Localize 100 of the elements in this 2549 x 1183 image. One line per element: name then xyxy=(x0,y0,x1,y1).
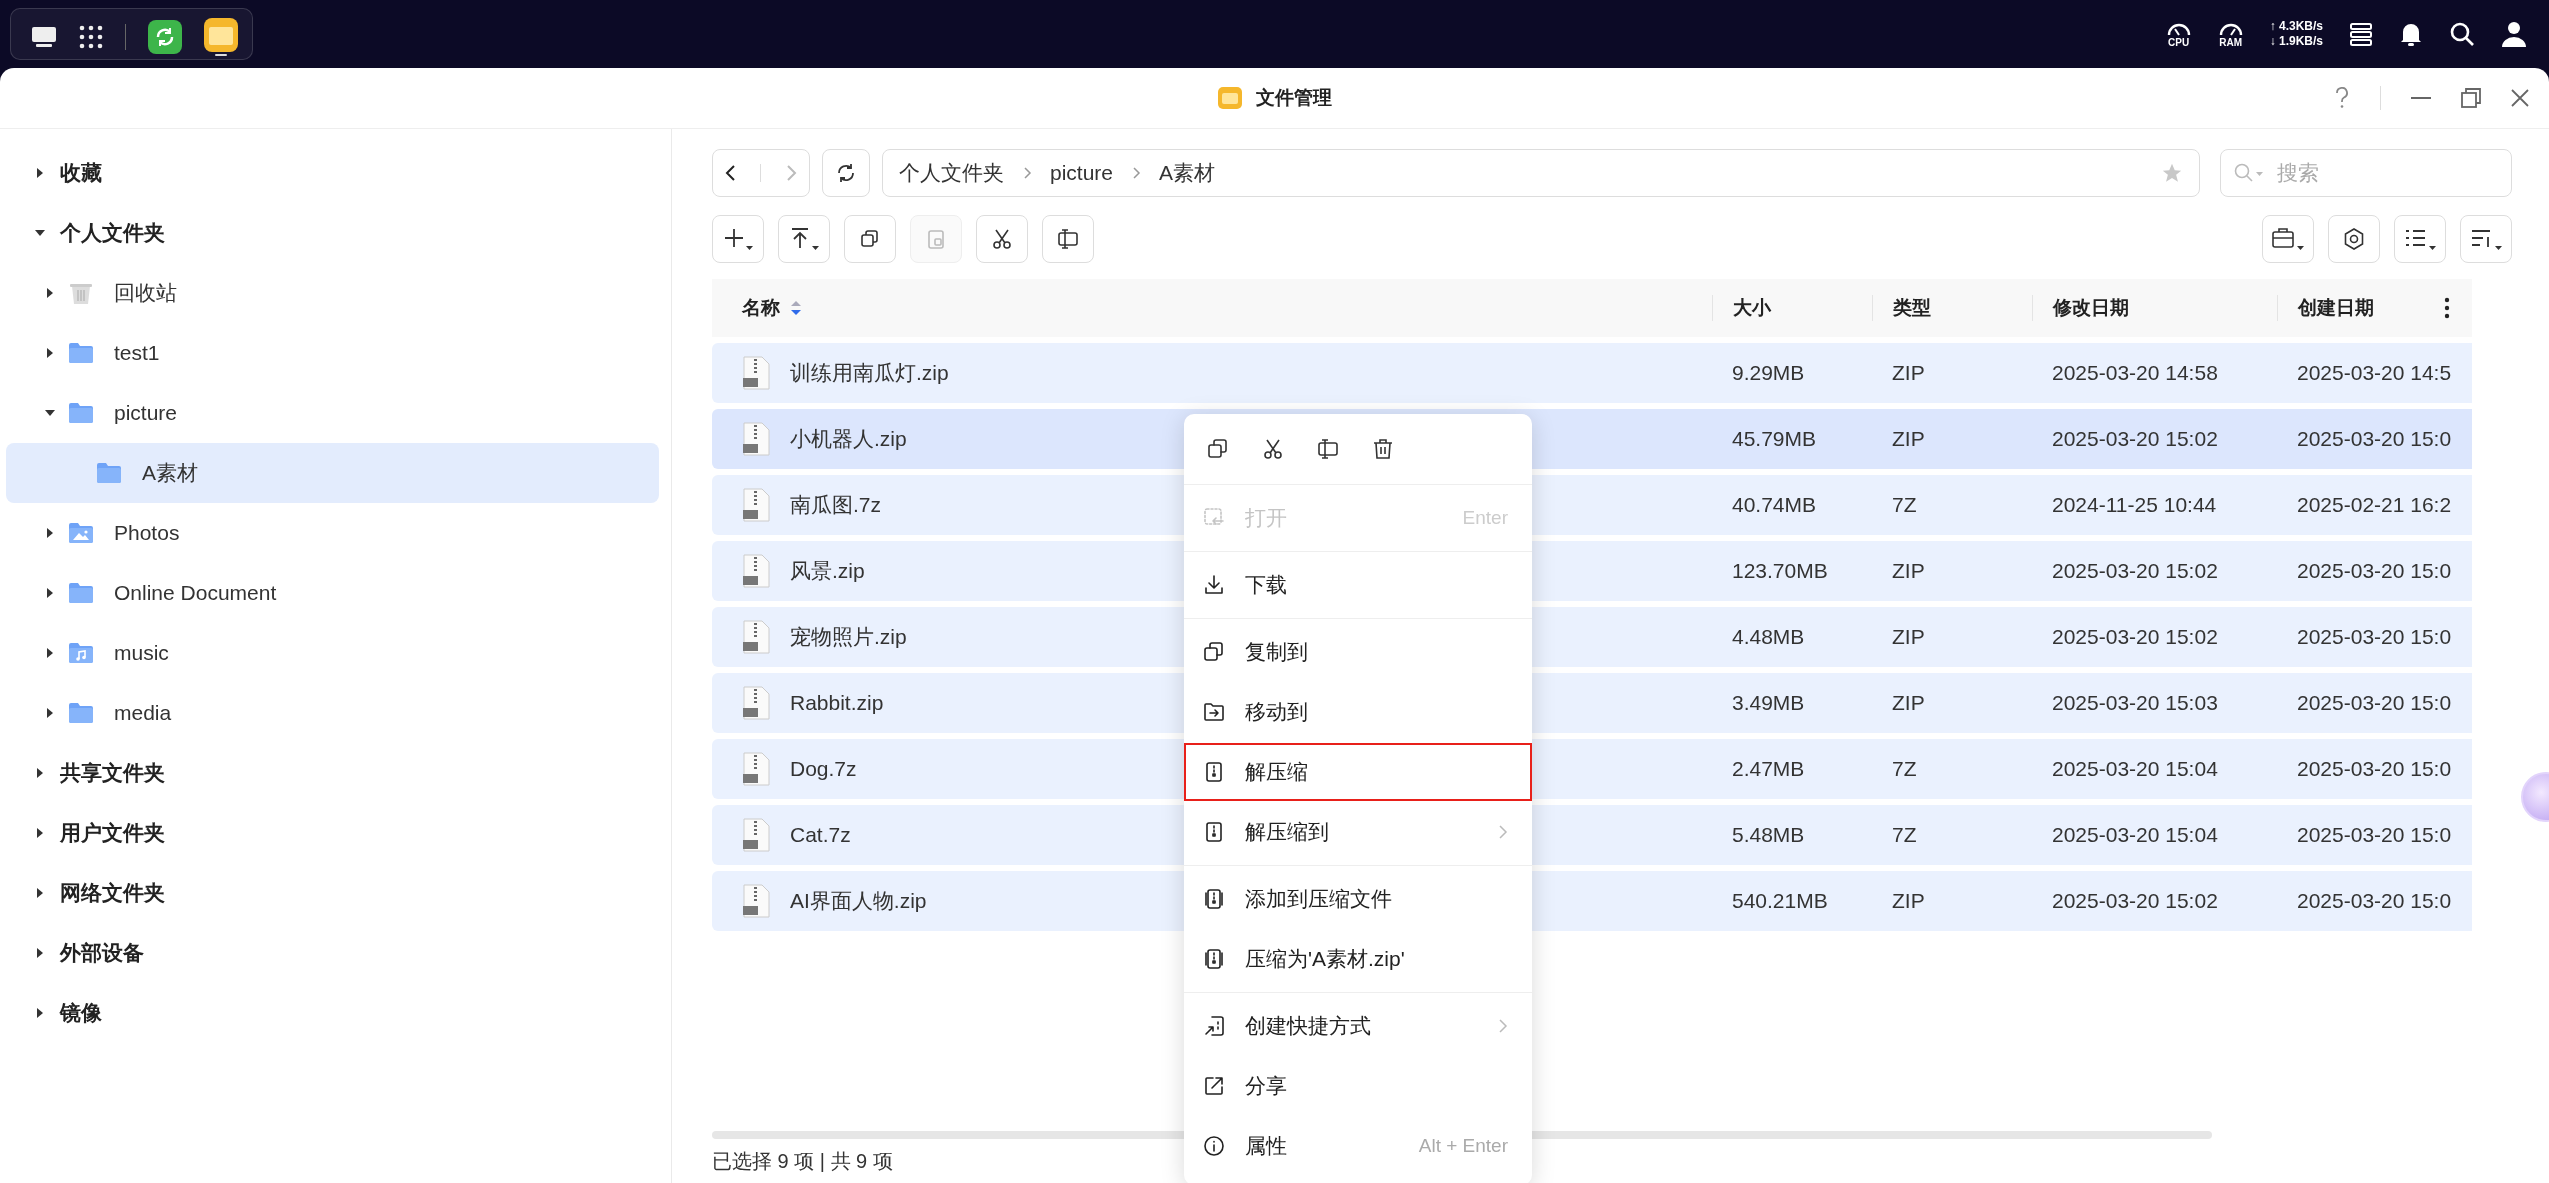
file-size: 5.48MB xyxy=(1732,823,1805,847)
column-header[interactable]: 名称 xyxy=(742,295,780,321)
file-manager-app-icon[interactable] xyxy=(204,18,238,56)
column-header[interactable]: 大小 xyxy=(1733,295,1771,321)
file-size: 45.79MB xyxy=(1732,427,1817,451)
sidebar-item[interactable]: 个人文件夹 xyxy=(6,203,659,263)
menu-item[interactable]: 压缩为'A素材.zip' xyxy=(1184,930,1532,988)
file-size: 40.74MB xyxy=(1732,493,1817,517)
refresh-icon xyxy=(835,162,857,184)
menu-item[interactable]: 解压缩到 xyxy=(1184,803,1532,861)
sync-app-icon[interactable] xyxy=(148,20,182,54)
selection-status: 已选择 9 项 | 共 9 项 xyxy=(712,1148,893,1174)
upload-button[interactable] xyxy=(778,215,830,263)
search-icon[interactable] xyxy=(2449,21,2475,47)
modified-date: 2025-03-20 15:02 xyxy=(2052,427,2218,451)
file-name: Cat.7z xyxy=(790,823,851,847)
menu-item[interactable]: 属性 Alt + Enter xyxy=(1184,1117,1532,1175)
sidebar-item[interactable]: 收藏 xyxy=(6,143,659,203)
settings-icon xyxy=(2342,227,2366,251)
rename-icon[interactable] xyxy=(1317,438,1339,460)
column-header[interactable]: 修改日期 xyxy=(2053,295,2129,321)
copy-icon xyxy=(1203,641,1225,663)
more-options-icon[interactable] xyxy=(2444,297,2450,319)
created-date: 2025-03-20 15:0 xyxy=(2297,757,2452,781)
view-mode-button[interactable] xyxy=(2394,215,2446,263)
sidebar-item[interactable]: 用户文件夹 xyxy=(6,803,659,863)
sidebar-item[interactable]: test1 xyxy=(6,323,659,383)
toolbox-button[interactable] xyxy=(2262,215,2314,263)
help-icon[interactable] xyxy=(2334,87,2350,109)
refresh-button[interactable] xyxy=(822,149,870,197)
created-date: 2025-03-20 15:0 xyxy=(2297,691,2452,715)
close-icon[interactable] xyxy=(2511,89,2529,107)
sidebar-item[interactable]: 回收站 xyxy=(6,263,659,323)
cut-icon[interactable] xyxy=(1262,438,1284,460)
created-date: 2025-03-20 15:0 xyxy=(2297,559,2452,583)
menu-item[interactable]: 添加到压缩文件 xyxy=(1184,870,1532,928)
search-field[interactable]: 搜索 xyxy=(2220,149,2512,197)
menu-item[interactable]: 分享 xyxy=(1184,1057,1532,1115)
file-type: ZIP xyxy=(1892,361,1925,385)
menu-item[interactable]: 创建快捷方式 xyxy=(1184,997,1532,1055)
folder-icon xyxy=(68,402,94,424)
modified-date: 2024-11-25 10:44 xyxy=(2052,493,2217,517)
sidebar-item[interactable]: picture xyxy=(6,383,659,443)
file-size: 9.29MB xyxy=(1732,361,1805,385)
sort-icon[interactable] xyxy=(790,300,802,316)
column-header[interactable]: 创建日期 xyxy=(2298,295,2374,321)
created-date: 2025-03-20 14:5 xyxy=(2297,361,2452,385)
new-button[interactable] xyxy=(712,215,764,263)
modified-date: 2025-03-20 15:04 xyxy=(2052,757,2218,781)
breadcrumb[interactable]: 个人文件夹 xyxy=(899,159,1004,187)
delete-icon[interactable] xyxy=(1372,438,1394,460)
file-name: Rabbit.zip xyxy=(790,691,884,715)
sidebar-item[interactable]: A素材 xyxy=(6,443,659,503)
download-speed: ↓ 1.9KB/s xyxy=(2269,34,2323,49)
breadcrumb[interactable]: A素材 xyxy=(1159,159,1216,187)
sort-button[interactable] xyxy=(2460,215,2512,263)
cut-button[interactable] xyxy=(976,215,1028,263)
created-date: 2025-03-20 15:0 xyxy=(2297,889,2452,913)
file-type: ZIP xyxy=(1892,427,1925,451)
file-size: 2.47MB xyxy=(1732,757,1805,781)
restore-icon[interactable] xyxy=(2461,88,2481,108)
sidebar-item[interactable]: Photos xyxy=(6,503,659,563)
path-bar[interactable]: 个人文件夹 picture A素材 xyxy=(882,149,2200,197)
menu-item[interactable]: 解压缩 xyxy=(1184,743,1532,801)
copy-icon xyxy=(859,228,881,250)
minimize-icon[interactable] xyxy=(2411,96,2431,100)
settings-button[interactable] xyxy=(2328,215,2380,263)
user-icon[interactable] xyxy=(2501,21,2527,47)
desktop-icon[interactable] xyxy=(31,26,57,48)
scissors-icon xyxy=(991,228,1013,250)
archive-file-icon xyxy=(742,554,770,588)
sidebar-item[interactable]: music xyxy=(6,623,659,683)
upload-icon xyxy=(789,226,819,252)
image-folder-icon xyxy=(68,522,94,544)
copy-button[interactable] xyxy=(844,215,896,263)
sidebar-item[interactable]: Online Document xyxy=(6,563,659,623)
sidebar-item[interactable]: 镜像 xyxy=(6,983,659,1043)
star-icon[interactable] xyxy=(2161,162,2183,184)
plus-icon xyxy=(723,226,753,252)
folder-app-icon xyxy=(1217,87,1242,109)
shortcut-hint: Alt + Enter xyxy=(1418,1135,1508,1157)
rename-button[interactable] xyxy=(1042,215,1094,263)
archive-icon xyxy=(1203,948,1225,970)
modified-date: 2025-03-20 15:04 xyxy=(2052,823,2218,847)
sidebar-item[interactable]: 共享文件夹 xyxy=(6,743,659,803)
app-grid-icon[interactable] xyxy=(79,25,103,49)
archive-file-icon xyxy=(742,686,770,720)
breadcrumb[interactable]: picture xyxy=(1050,161,1114,185)
file-name: Dog.7z xyxy=(790,757,857,781)
column-header[interactable]: 类型 xyxy=(1893,295,1931,321)
archive-file-icon xyxy=(742,422,770,456)
created-date: 2025-03-20 15:0 xyxy=(2297,823,2452,847)
file-name: 风景.zip xyxy=(790,558,865,584)
sidebar-item[interactable]: media xyxy=(6,683,659,743)
file-row[interactable]: 训练用南瓜灯.zip 9.29MB ZIP 2025-03-20 14:58 2025-03-20 14:5 xyxy=(712,343,2472,403)
sidebar-item[interactable]: 外部设备 xyxy=(6,923,659,983)
notification-bell-icon[interactable] xyxy=(2399,21,2423,47)
sidebar-item[interactable]: 网络文件夹 xyxy=(6,863,659,923)
server-status-icon[interactable] xyxy=(2349,22,2373,46)
file-name: 小机器人.zip xyxy=(790,426,907,452)
